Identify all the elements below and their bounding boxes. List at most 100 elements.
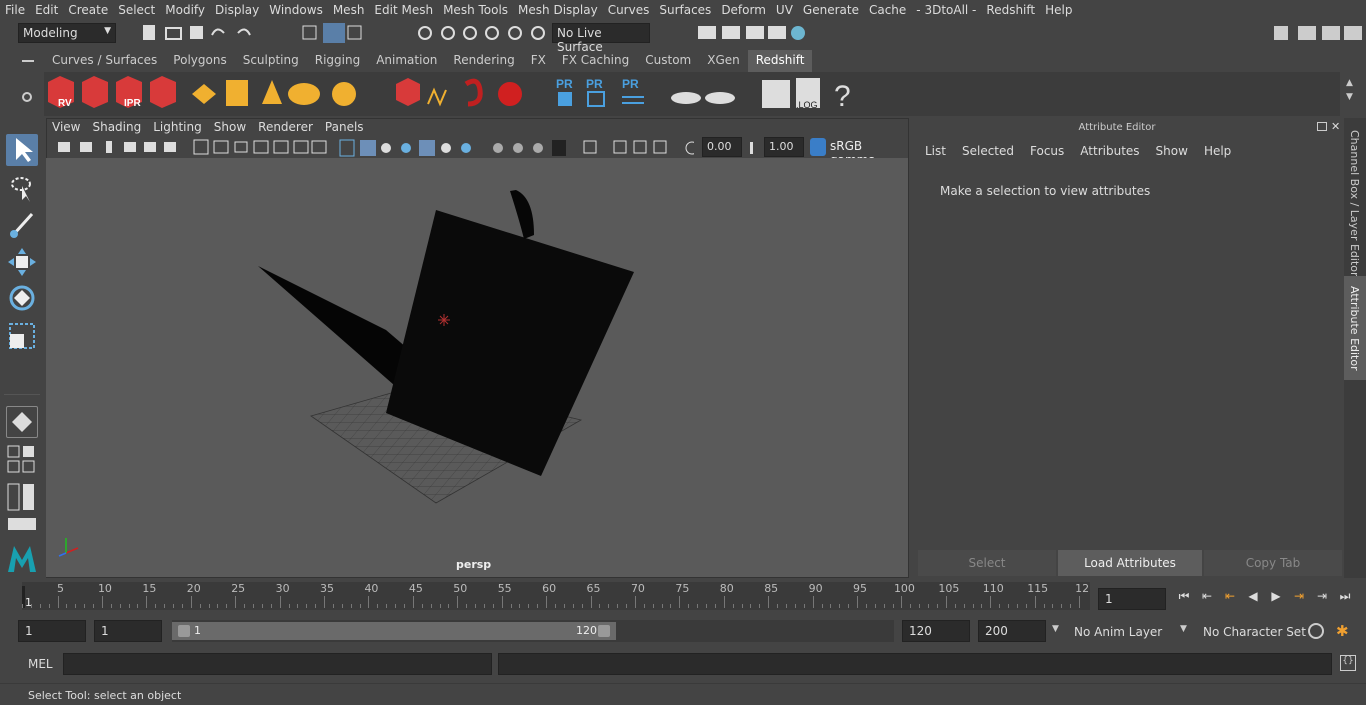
menu-curves[interactable]: Curves <box>603 3 655 17</box>
close-icon[interactable]: ✕ <box>1331 120 1340 133</box>
vp-menu-view[interactable]: View <box>46 120 86 138</box>
chevron-up-icon[interactable]: ▲ <box>1346 78 1353 88</box>
rs-material-icon[interactable] <box>498 82 522 106</box>
rs-curve-icon[interactable] <box>464 78 483 107</box>
step-back-key-icon[interactable]: ⇤ <box>1198 589 1216 605</box>
live-surface-field[interactable]: No Live Surface <box>552 23 650 54</box>
menu-edit[interactable]: Edit <box>30 3 63 17</box>
vp-menu-shading[interactable]: Shading <box>86 120 147 138</box>
attr-menu-list[interactable]: List <box>917 144 954 158</box>
auto-key-icon[interactable] <box>1308 623 1324 639</box>
vp-menu-show[interactable]: Show <box>208 120 252 138</box>
vp-menu-lighting[interactable]: Lighting <box>147 120 208 138</box>
move-tool-button[interactable] <box>6 246 38 278</box>
start-time-field[interactable]: 1 <box>18 620 86 642</box>
time-slider[interactable]: 1 5 10 15 20 25 30 35 40 45 50 55 60 65 70 75 80 85 90 95 1… <box>22 582 1090 610</box>
play-forward-icon[interactable]: ▶ <box>1267 589 1285 605</box>
menu-surfaces[interactable]: Surfaces <box>654 3 716 17</box>
rotate-tool-button[interactable] <box>6 282 38 314</box>
menu-select[interactable]: Select <box>113 3 160 17</box>
layout-four-button[interactable] <box>6 444 38 476</box>
anim-prefs-icon[interactable]: ✱ <box>1336 622 1354 640</box>
redshift-ipr-icon[interactable]: IPR <box>116 76 142 109</box>
menu-uv[interactable]: UV <box>771 3 798 17</box>
end-time-field[interactable]: 200 <box>978 620 1046 642</box>
load-attributes-button[interactable]: Load Attributes <box>1058 550 1202 576</box>
menu-create[interactable]: Create <box>63 3 113 17</box>
shelf-menu-icon[interactable] <box>22 60 34 62</box>
menu-3dtoall[interactable]: - 3DtoAll - <box>911 3 981 17</box>
current-frame-field[interactable]: 1 <box>1098 588 1166 610</box>
vp-menu-renderer[interactable]: Renderer <box>252 120 319 138</box>
attr-menu-help[interactable]: Help <box>1196 144 1239 158</box>
lasso-tool-button[interactable] <box>6 172 38 204</box>
script-editor-icon[interactable] <box>762 80 790 108</box>
command-lang-label[interactable]: MEL <box>28 657 53 671</box>
tab-rigging[interactable]: Rigging <box>307 50 368 72</box>
menu-cache[interactable]: Cache <box>864 3 911 17</box>
tab-fx-caching[interactable]: FX Caching <box>554 50 637 72</box>
menu-edit-mesh[interactable]: Edit Mesh <box>369 3 438 17</box>
select-tool-button[interactable] <box>6 134 38 166</box>
vp-menu-panels[interactable]: Panels <box>319 120 370 138</box>
tab-redshift[interactable]: Redshift <box>747 50 813 72</box>
attr-menu-selected[interactable]: Selected <box>954 144 1022 158</box>
menu-mesh[interactable]: Mesh <box>328 3 370 17</box>
playback-end-field[interactable]: 120 <box>902 620 970 642</box>
rs-hair-icon[interactable] <box>427 87 447 107</box>
menu-redshift[interactable]: Redshift <box>981 3 1040 17</box>
tab-fx[interactable]: FX <box>523 50 554 72</box>
paint-select-tool-button[interactable] <box>6 208 38 240</box>
float-panel-icon[interactable] <box>1317 122 1327 131</box>
attr-menu-attributes[interactable]: Attributes <box>1072 144 1147 158</box>
play-backward-icon[interactable]: ◀ <box>1244 589 1262 605</box>
rs-dome-icon[interactable] <box>288 83 320 105</box>
pr-shader-icon[interactable]: PR <box>556 77 573 106</box>
scale-tool-button[interactable] <box>6 320 38 352</box>
tab-attribute-editor[interactable]: Attribute Editor <box>1348 286 1361 371</box>
anim-layer-label[interactable]: No Anim Layer <box>1074 625 1162 639</box>
tab-attribute-editor-wrap[interactable]: Attribute Editor <box>1344 276 1366 380</box>
viewport-canvas[interactable]: persp <box>46 158 908 577</box>
menu-mesh-display[interactable]: Mesh Display <box>513 3 603 17</box>
tab-sculpting[interactable]: Sculpting <box>235 50 307 72</box>
step-back-frame-icon[interactable]: ⇤ <box>1221 589 1239 605</box>
pr-export-icon[interactable]: PR <box>586 77 605 107</box>
gamma-field[interactable]: 1.00 <box>764 137 804 157</box>
menu-help[interactable]: Help <box>1040 3 1077 17</box>
layout-persp-button[interactable] <box>6 516 38 536</box>
script-editor-button[interactable]: {} <box>1340 655 1356 671</box>
character-set-label[interactable]: No Character Set <box>1203 625 1306 639</box>
rs-spot-light-icon[interactable] <box>262 80 282 104</box>
tab-curves-surfaces[interactable]: Curves / Surfaces <box>44 50 165 72</box>
menu-modify[interactable]: Modify <box>160 3 210 17</box>
color-management-icon[interactable] <box>810 138 826 156</box>
chevron-down-icon[interactable]: ▼ <box>1052 624 1059 634</box>
shelf-scroll[interactable]: ▲ ▼ <box>1346 78 1358 108</box>
exposure-field[interactable]: 0.00 <box>702 137 742 157</box>
rs-tile-icon[interactable] <box>226 80 248 106</box>
pie-icon-2[interactable] <box>705 92 735 104</box>
rs-volume-icon[interactable] <box>396 78 420 106</box>
tab-animation[interactable]: Animation <box>368 50 445 72</box>
rs-proxy-icon[interactable] <box>192 84 216 104</box>
menu-generate[interactable]: Generate <box>798 3 864 17</box>
range-slider-track[interactable]: 1 120 <box>172 620 894 642</box>
attr-menu-show[interactable]: Show <box>1148 144 1196 158</box>
go-to-end-icon[interactable]: ⏭ <box>1336 589 1354 605</box>
help-icon[interactable]: ? <box>834 80 851 113</box>
step-forward-frame-icon[interactable]: ⇥ <box>1290 589 1308 605</box>
layout-single-button[interactable] <box>6 406 38 438</box>
tab-custom[interactable]: Custom <box>637 50 699 72</box>
pr-swap-icon[interactable]: PR <box>622 77 644 104</box>
rs-sun-icon[interactable] <box>332 82 356 106</box>
menu-deform[interactable]: Deform <box>716 3 771 17</box>
tab-channel-box[interactable]: Channel Box / Layer Editor <box>1348 130 1361 277</box>
menu-display[interactable]: Display <box>210 3 264 17</box>
range-handle-right[interactable] <box>598 625 610 637</box>
tab-polygons[interactable]: Polygons <box>165 50 234 72</box>
range-slider-bar[interactable] <box>172 622 616 640</box>
log-file-icon[interactable]: .LOG <box>796 78 820 110</box>
tab-rendering[interactable]: Rendering <box>445 50 522 72</box>
layout-outliner-button[interactable] <box>6 482 38 514</box>
